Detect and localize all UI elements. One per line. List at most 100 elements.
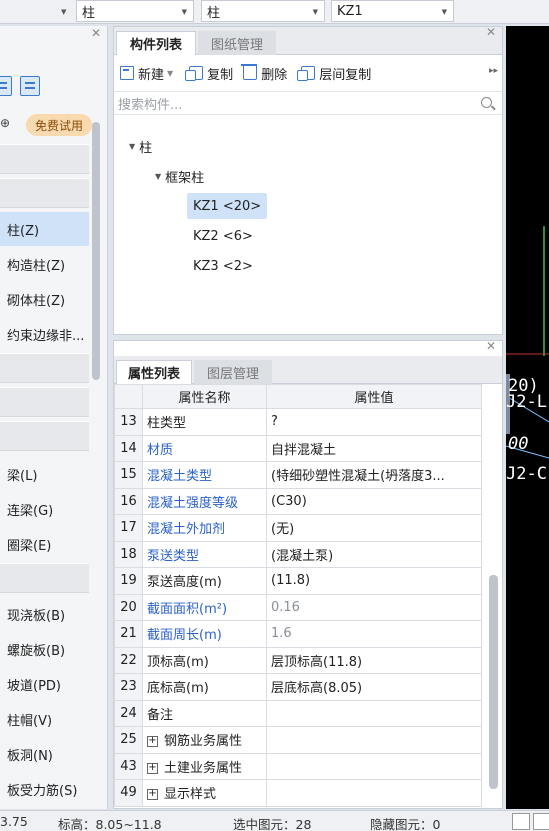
search-input[interactable]: 搜索构件... bbox=[114, 91, 502, 115]
property-name: 底标高(m) bbox=[142, 673, 267, 701]
status-hidden: 隐藏图元：0 bbox=[370, 817, 441, 831]
property-value[interactable]: (11.8) bbox=[266, 567, 482, 595]
close-icon[interactable]: ✕ bbox=[91, 26, 101, 40]
floor-copy-button[interactable]: 层间复制 bbox=[297, 64, 371, 83]
property-value[interactable]: (C30) bbox=[266, 487, 482, 515]
drawing-canvas[interactable]: 20) J2-L 00 J2-C bbox=[506, 26, 549, 809]
nav-group-header[interactable] bbox=[0, 563, 89, 593]
component-type-dropdown[interactable]: ▼ 柱 ▼ bbox=[61, 0, 194, 22]
table-row[interactable]: 25 + 钢筋业务属性 bbox=[114, 726, 482, 754]
property-value[interactable]: (特细砂塑性混凝土(坍落度3... bbox=[266, 461, 482, 489]
nav-item[interactable]: 柱帽(V) bbox=[0, 702, 89, 736]
table-row[interactable]: 22 顶标高(m) 层顶标高(11.8) bbox=[114, 646, 482, 674]
nav-item[interactable]: 板受力筋(S) bbox=[0, 772, 89, 806]
detail-view-icon[interactable] bbox=[20, 76, 40, 96]
nav-item[interactable]: 现浇板(B) bbox=[0, 597, 89, 631]
property-value[interactable] bbox=[266, 779, 482, 807]
free-trial-badge[interactable]: 免费试用 bbox=[26, 114, 92, 136]
delete-button[interactable]: 删除 bbox=[241, 64, 287, 83]
nav-group-header[interactable] bbox=[0, 421, 89, 451]
list-view-icon[interactable] bbox=[0, 76, 12, 96]
nav-group-header[interactable] bbox=[0, 144, 89, 174]
property-value[interactable]: 自拌混凝土 bbox=[266, 434, 482, 462]
nav-group-header[interactable] bbox=[0, 178, 89, 208]
nav-item[interactable]: 圈梁(E) bbox=[0, 527, 89, 561]
table-row[interactable]: 20 截面面积(m²) 0.16 bbox=[114, 593, 482, 621]
table-row[interactable]: 24 备注 bbox=[114, 699, 482, 727]
tab-property-list[interactable]: 属性列表 bbox=[116, 360, 192, 384]
table-row[interactable]: 16 混凝土强度等级 (C30) bbox=[114, 487, 482, 515]
property-name: + 显示样式 bbox=[142, 779, 267, 807]
tree-node-root[interactable]: ▼ 柱 bbox=[129, 137, 152, 156]
tab-component-list[interactable]: 构件列表 bbox=[116, 31, 196, 55]
table-row[interactable]: 15 混凝土类型 (特细砂塑性混凝土(坍落度3... bbox=[114, 461, 482, 489]
snap-toggle-icon[interactable] bbox=[533, 813, 549, 830]
table-row[interactable]: 13 柱类型? bbox=[114, 408, 482, 436]
property-name-label: 土建业务属性 bbox=[164, 760, 243, 776]
scrollbar[interactable] bbox=[92, 122, 100, 380]
expand-icon[interactable]: + bbox=[147, 789, 158, 801]
close-icon[interactable]: ✕ bbox=[486, 339, 496, 353]
property-value[interactable] bbox=[266, 752, 482, 780]
copy-icon bbox=[185, 66, 204, 81]
nav-item[interactable]: 砌体柱(Z) bbox=[0, 282, 89, 316]
table-row[interactable]: 14 材质 自拌混凝土 bbox=[114, 434, 482, 462]
nav-item[interactable]: 梁(L) bbox=[0, 457, 89, 491]
property-value[interactable]: 1.6 bbox=[266, 620, 482, 648]
nav-group-header[interactable] bbox=[0, 387, 89, 417]
tab-layer-management[interactable]: 图层管理 bbox=[194, 360, 272, 384]
property-name: 混凝土外加剂 bbox=[142, 514, 267, 542]
property-value[interactable]: (混凝土泵) bbox=[266, 540, 482, 568]
nav-item[interactable]: 连梁(G) bbox=[0, 492, 89, 526]
snap-toggle-icon[interactable] bbox=[512, 813, 530, 830]
close-icon[interactable]: ✕ bbox=[486, 25, 496, 39]
table-row[interactable]: 21 截面周长(m) 1.6 bbox=[114, 620, 482, 648]
component-name-dropdown[interactable]: KZ1 ▼ bbox=[331, 0, 454, 22]
expand-icon[interactable]: + bbox=[147, 762, 158, 774]
property-name: 截面面积(m²) bbox=[142, 593, 267, 621]
table-row[interactable]: 49 + 显示样式 bbox=[114, 779, 482, 807]
table-row[interactable]: 17 混凝土外加剂 (无) bbox=[114, 514, 482, 542]
property-value[interactable]: (无) bbox=[266, 514, 482, 542]
component-subtype-dropdown[interactable]: 柱 ▼ bbox=[201, 0, 325, 22]
chevron-down-icon: ▼ bbox=[167, 68, 174, 78]
property-value[interactable]: 层底标高(8.05) bbox=[266, 673, 482, 701]
copy-button[interactable]: 复制 bbox=[185, 64, 233, 83]
scrollbar[interactable] bbox=[489, 575, 498, 789]
property-value[interactable] bbox=[266, 726, 482, 754]
table-row[interactable]: 23 底标高(m) 层底标高(8.05) bbox=[114, 673, 482, 701]
more-icon[interactable]: ▸▸ bbox=[489, 66, 498, 76]
new-button[interactable]: 新建 ▼ bbox=[120, 64, 173, 83]
property-value[interactable] bbox=[266, 699, 482, 727]
property-value[interactable]: 0.16 bbox=[266, 593, 482, 621]
tree-node-group[interactable]: ▼ 框架柱 bbox=[155, 167, 204, 186]
trash-icon bbox=[241, 64, 258, 80]
nav-item[interactable]: 构造柱(Z) bbox=[0, 247, 89, 281]
row-number: 49 bbox=[114, 779, 143, 807]
nav-item[interactable]: 板洞(N) bbox=[0, 737, 89, 771]
nav-item[interactable]: 约束边缘非... bbox=[0, 317, 89, 351]
table-row[interactable]: 19 泵送高度(m) (11.8) bbox=[114, 567, 482, 595]
chevron-down-icon[interactable]: ▼ bbox=[129, 142, 135, 151]
tree-item[interactable]: KZ2 <6> bbox=[193, 229, 253, 244]
chevron-down-icon[interactable]: ▼ bbox=[61, 8, 66, 16]
nav-item[interactable]: 柱(Z) bbox=[0, 212, 89, 246]
property-name-label: 显示样式 bbox=[164, 787, 217, 803]
chevron-down-icon[interactable]: ▼ bbox=[155, 172, 161, 181]
expand-icon[interactable]: + bbox=[147, 736, 158, 748]
tree-item[interactable]: KZ3 <2> bbox=[193, 259, 253, 274]
property-value[interactable]: 层顶标高(11.8) bbox=[266, 646, 482, 674]
nav-group-header[interactable] bbox=[0, 353, 89, 383]
table-row[interactable]: 18 泵送类型 (混凝土泵) bbox=[114, 540, 482, 568]
nav-item[interactable]: 坡道(PD) bbox=[0, 667, 89, 701]
row-number: 21 bbox=[114, 620, 143, 648]
property-value[interactable]: ? bbox=[266, 408, 482, 436]
status-coordinate: 3.75 bbox=[0, 814, 28, 829]
dropdown-value: 柱 bbox=[82, 5, 96, 21]
tree-item[interactable]: KZ1 <20> bbox=[187, 193, 268, 219]
table-row[interactable]: 43 + 土建业务属性 bbox=[114, 752, 482, 780]
property-table: 属性名称 属性值 13 柱类型? 14 材质 自拌混凝土 15 混凝土类型 (特细砂塑性混凝土… bbox=[114, 384, 482, 807]
search-icon[interactable] bbox=[481, 97, 492, 108]
tab-drawing-management[interactable]: 图纸管理 bbox=[198, 31, 276, 55]
nav-item[interactable]: 螺旋板(B) bbox=[0, 632, 89, 666]
